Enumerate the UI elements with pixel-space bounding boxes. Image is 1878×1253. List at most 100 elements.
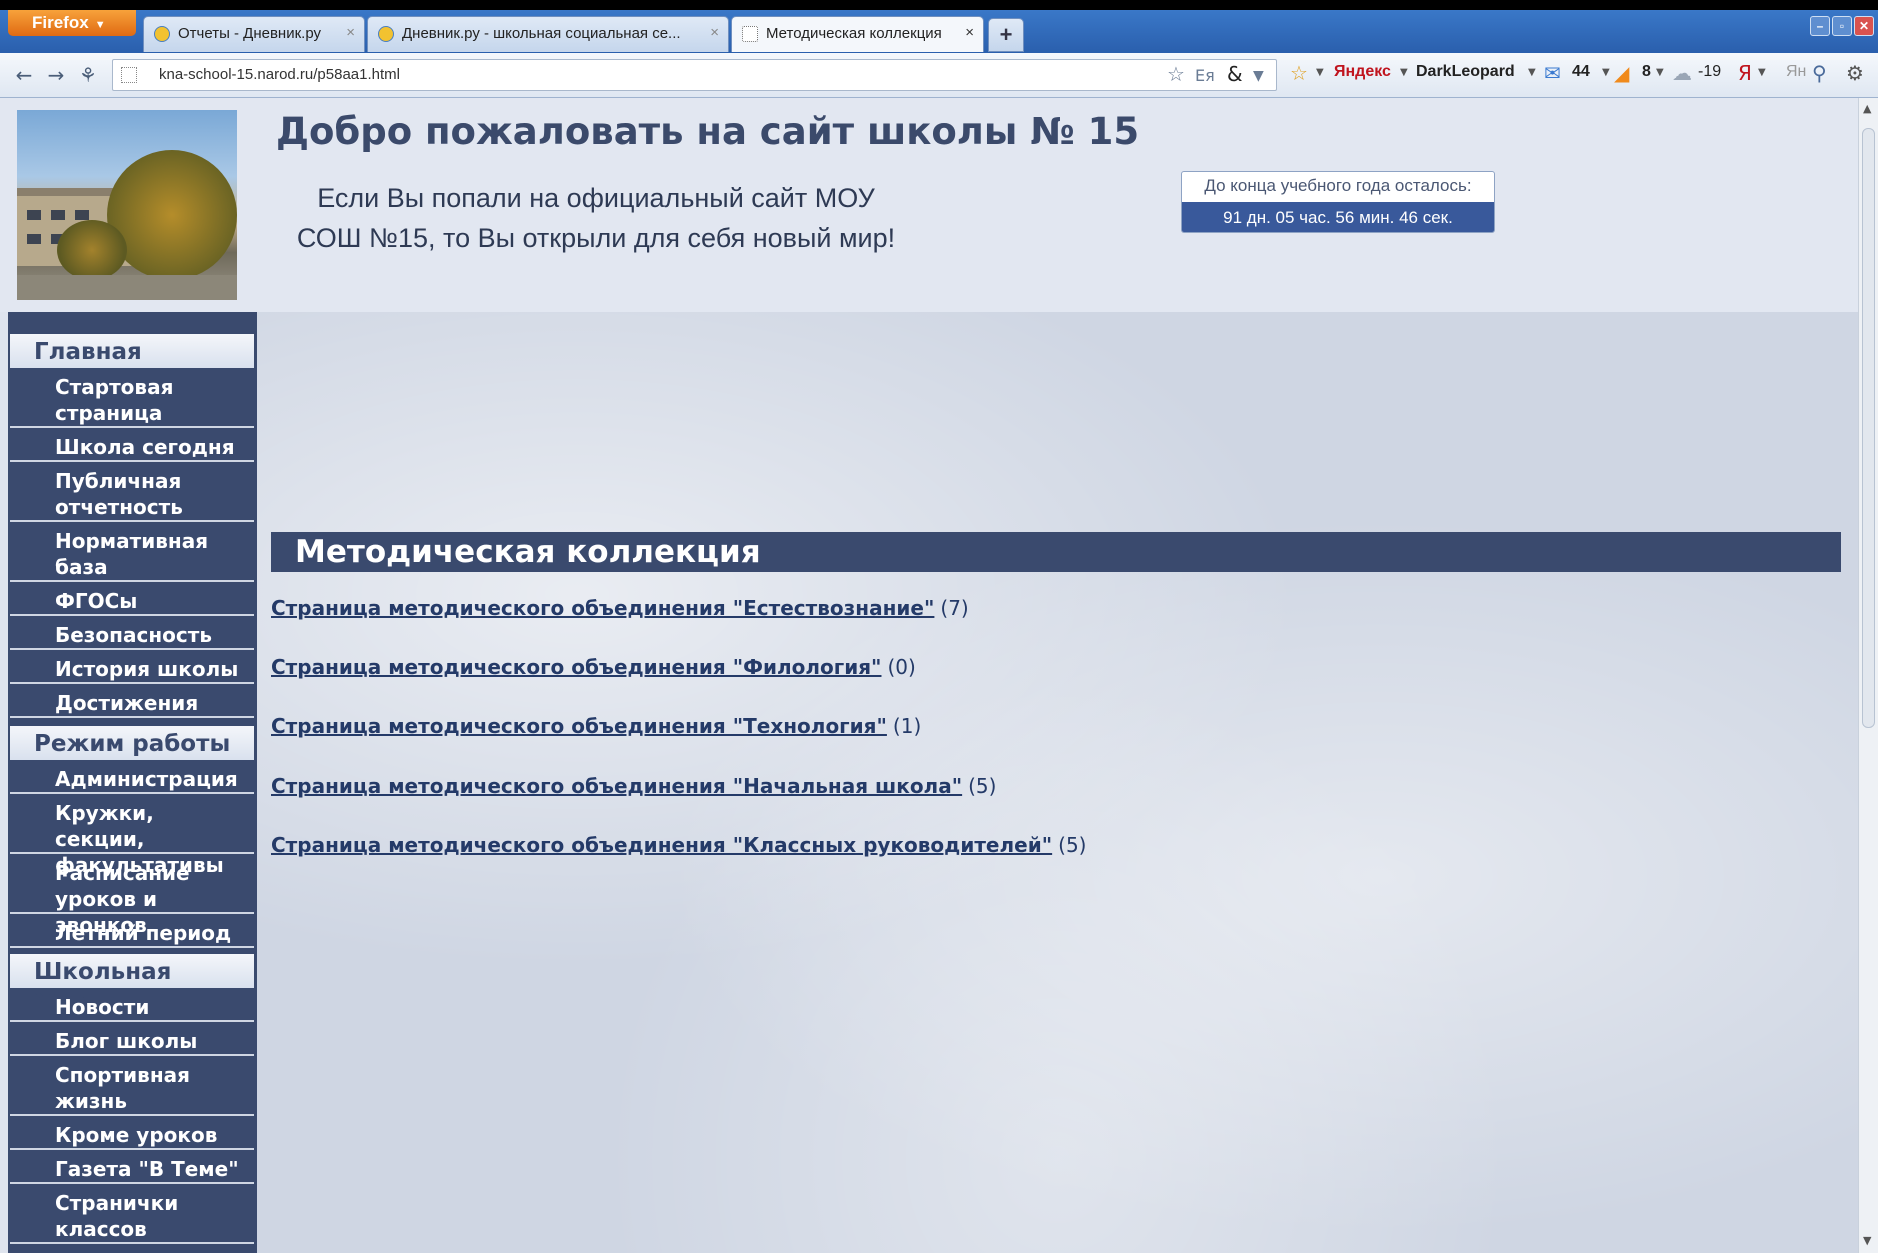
sidebar-section-work-mode[interactable]: Режим работы	[10, 726, 254, 760]
chevron-down-icon[interactable]: ▼	[1758, 67, 1766, 78]
methodical-link-class-teachers[interactable]: Страница методического объединения "Клас…	[271, 833, 1052, 857]
site-header: Добро пожаловать на сайт школы № 15 Если…	[0, 98, 1858, 312]
web-page: Добро пожаловать на сайт школы № 15 Если…	[0, 98, 1858, 1253]
tab-methodical-collection[interactable]: Методическая коллекция ×	[731, 16, 984, 52]
gear-icon[interactable]: ⚙	[1846, 61, 1864, 85]
mail-icon[interactable]: ✉	[1544, 61, 1561, 85]
user-account-button[interactable]: DarkLeopard	[1416, 63, 1515, 81]
tab-label: Дневник.ру - школьная социальная се...	[402, 25, 681, 42]
schoolyard	[17, 275, 237, 300]
sidebar-item-start-page[interactable]: Стартовая страница	[10, 372, 254, 428]
window-close-icon[interactable]: ✕	[1854, 16, 1874, 36]
sidebar-item-public-reports[interactable]: Публичная отчетность	[10, 466, 254, 522]
link-count: (0)	[887, 655, 916, 679]
chevron-down-icon[interactable]: ▼	[1400, 67, 1408, 78]
close-icon[interactable]: ×	[965, 24, 974, 41]
tab-reports[interactable]: Отчеты - Дневник.ру ×	[143, 16, 365, 52]
tab-dnevnik-social[interactable]: Дневник.ру - школьная социальная се... ×	[367, 16, 729, 52]
sidebar-item-news[interactable]: Новости	[10, 992, 254, 1022]
sidebar-item-fgos[interactable]: ФГОСы	[10, 586, 254, 616]
sidebar-item-extracurricular[interactable]: Кроме уроков	[10, 1120, 254, 1150]
minimize-icon[interactable]: –	[1810, 16, 1830, 36]
history-icon[interactable]: ⚘	[76, 63, 100, 87]
list-item: Страница методического объединения "Техн…	[271, 714, 921, 738]
sidebar-menu: Главная Стартовая страница Школа сегодня…	[8, 312, 257, 1253]
sidebar-item-schedule[interactable]: Расписание уроков и звонков	[10, 858, 254, 937]
weather-value[interactable]: -19	[1698, 63, 1721, 81]
firefox-menu-button[interactable]: Firefox ▼	[8, 10, 136, 36]
intro-line: Если Вы попали на официальный сайт МОУ	[317, 183, 875, 213]
sidebar-item-school-history[interactable]: История школы	[10, 654, 254, 684]
weather-cloud-icon[interactable]: ☁	[1672, 61, 1692, 85]
vertical-scrollbar[interactable]: ▲ ▼	[1858, 98, 1878, 1253]
window-shape	[75, 210, 89, 220]
new-tab-button[interactable]: +	[988, 18, 1024, 52]
sidebar-section-school-life[interactable]: Школьная жизнь	[10, 954, 254, 1011]
close-icon[interactable]: ×	[346, 24, 355, 41]
dnevnik-favicon-icon	[378, 26, 394, 42]
ampersand-icon[interactable]: &	[1227, 62, 1243, 86]
sidebar-section-main[interactable]: Главная	[10, 334, 254, 368]
sidebar-item-achievements[interactable]: Достижения	[10, 688, 254, 718]
url-bar[interactable]: kna-school-15.narod.ru/p58aa1.html ☆ Ея …	[112, 59, 1277, 91]
rss-count[interactable]: 8	[1642, 63, 1651, 81]
sidebar-item-blog[interactable]: Блог школы	[10, 1026, 254, 1056]
yandex-bar-icon[interactable]: Я	[1738, 61, 1752, 85]
back-arrow-icon[interactable]: ←	[12, 63, 36, 87]
chevron-down-icon: ▼	[94, 19, 106, 31]
list-item: Страница методического объединения "Фило…	[271, 655, 916, 679]
translate-icon[interactable]: Ея	[1195, 66, 1215, 85]
sidebar-item-clubs[interactable]: Кружки, секции, факультативы	[10, 798, 254, 877]
sidebar-item-class-pages[interactable]: Странички классов	[10, 1188, 254, 1244]
intro-line: СОШ №15, то Вы открыли для себя новый ми…	[296, 223, 896, 253]
sidebar-item-security[interactable]: Безопасность	[10, 620, 254, 650]
bookmark-star-icon[interactable]: ☆	[1167, 62, 1185, 86]
window-shape	[51, 210, 65, 220]
scrollbar-thumb[interactable]	[1862, 128, 1875, 728]
list-item: Страница методического объединения "Есте…	[271, 596, 969, 620]
mail-count[interactable]: 44	[1572, 63, 1590, 81]
page-title: Добро пожаловать на сайт школы № 15	[276, 110, 1140, 153]
yandex-button[interactable]: Яндекс	[1334, 63, 1391, 81]
countdown-label: До конца учебного года осталось:	[1204, 176, 1472, 195]
methodical-link-natural-science[interactable]: Страница методического объединения "Есте…	[271, 596, 934, 620]
close-icon[interactable]: ×	[710, 24, 719, 41]
forward-arrow-icon[interactable]: →	[44, 63, 68, 87]
url-dropdown-icon[interactable]: ▼	[1253, 68, 1264, 84]
link-count: (7)	[940, 596, 969, 620]
link-count: (5)	[968, 774, 997, 798]
rss-icon[interactable]: ◢	[1614, 61, 1629, 85]
favorites-star-icon[interactable]: ☆	[1290, 61, 1308, 85]
sidebar-item-administration[interactable]: Администрация	[10, 764, 254, 794]
tab-label: Методическая коллекция	[766, 25, 942, 42]
sidebar-item-regulations[interactable]: Нормативная база	[10, 526, 254, 582]
site-identity-icon[interactable]	[121, 67, 137, 83]
firefox-menu-label: Firefox	[32, 13, 89, 32]
methodical-link-philology[interactable]: Страница методического объединения "Фило…	[271, 655, 881, 679]
scroll-down-arrow-icon[interactable]: ▼	[1863, 1234, 1871, 1247]
search-icon[interactable]: ⚲	[1812, 61, 1827, 85]
sidebar-item-newspaper[interactable]: Газета "В Теме"	[10, 1154, 254, 1184]
autumn-tree	[57, 220, 127, 280]
scroll-up-arrow-icon[interactable]: ▲	[1863, 102, 1871, 115]
url-text: kna-school-15.narod.ru/p58aa1.html	[159, 66, 400, 83]
chevron-down-icon[interactable]: ▼	[1602, 67, 1610, 78]
school-building-photo	[17, 110, 237, 300]
countdown-value: 91 дн. 05 час. 56 мин. 46 сек.	[1182, 202, 1494, 232]
sidebar-item-sports[interactable]: Спортивная жизнь	[10, 1060, 254, 1116]
sidebar-item-school-today[interactable]: Школа сегодня	[10, 432, 254, 462]
restore-icon[interactable]: ▫	[1832, 16, 1852, 36]
window-shape	[27, 234, 41, 244]
autumn-tree	[107, 150, 237, 280]
search-hint[interactable]: Ян	[1786, 63, 1806, 81]
methodical-link-primary-school[interactable]: Страница методического объединения "Нача…	[271, 774, 962, 798]
chevron-down-icon[interactable]: ▼	[1528, 67, 1536, 78]
chevron-down-icon[interactable]: ▼	[1316, 67, 1324, 78]
school-year-countdown: До конца учебного года осталось: 91 дн. …	[1181, 171, 1495, 233]
window-top-strip	[0, 0, 1878, 10]
sidebar-item-summer[interactable]: Летний период	[10, 918, 254, 948]
chevron-down-icon[interactable]: ▼	[1656, 67, 1664, 78]
methodical-link-technology[interactable]: Страница методического объединения "Техн…	[271, 714, 887, 738]
navigation-bar: ← → ⚘ kna-school-15.narod.ru/p58aa1.html…	[0, 53, 1878, 98]
link-count: (1)	[892, 714, 922, 738]
